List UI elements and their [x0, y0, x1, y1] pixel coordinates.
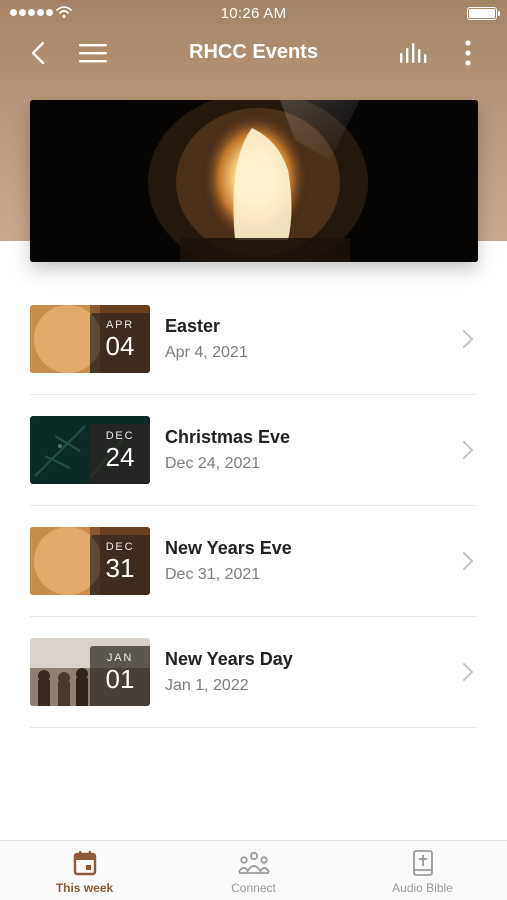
tab-connect[interactable]: Connect — [169, 841, 338, 900]
tab-label: Audio Bible — [392, 881, 453, 895]
chevron-right-icon — [463, 441, 473, 459]
event-name: Easter — [165, 316, 221, 336]
tab-label: This week — [55, 881, 114, 895]
date-badge: JAN 01 — [90, 646, 150, 706]
battery-icon — [467, 7, 500, 20]
nav-bar: RHCC Events — [0, 30, 507, 76]
calendar-icon — [73, 851, 96, 876]
event-date: Apr 4, 2021 — [165, 344, 248, 361]
event-thumbnail: APR 04 — [30, 305, 150, 373]
date-month: APR — [105, 319, 135, 331]
chevron-right-icon — [463, 552, 473, 570]
event-name: Christmas Eve — [165, 427, 291, 447]
people-icon — [237, 851, 270, 874]
more-options-button[interactable] — [451, 36, 485, 70]
bible-icon — [412, 850, 433, 876]
event-date: Dec 24, 2021 — [165, 455, 261, 472]
event-thumbnail: DEC 24 — [30, 416, 150, 484]
tab-label: Connect — [231, 881, 276, 895]
event-thumbnail: DEC 31 — [30, 527, 150, 595]
event-date: Jan 1, 2022 — [165, 677, 249, 694]
hero-banner-image[interactable] — [30, 100, 478, 262]
events-list: APR 04 Easter Apr 4, 2021 DEC 24 Christm… — [30, 284, 477, 728]
event-row[interactable]: DEC 24 Christmas Eve Dec 24, 2021 — [30, 395, 477, 506]
empty-tomb-image — [30, 100, 478, 262]
date-day: 24 — [105, 442, 135, 472]
event-name: New Years Day — [165, 649, 293, 669]
date-month: JAN — [106, 652, 134, 664]
event-name: New Years Eve — [165, 538, 292, 558]
date-day: 31 — [105, 553, 135, 583]
audio-levels-button[interactable] — [397, 36, 431, 70]
date-day: 01 — [105, 664, 135, 694]
status-time: 10:26 AM — [220, 5, 287, 22]
date-badge: DEC 31 — [90, 535, 150, 595]
more-vertical-icon — [465, 40, 471, 66]
event-thumbnail: JAN 01 — [30, 638, 150, 706]
tab-audio-bible[interactable]: Audio Bible — [338, 841, 507, 900]
event-date: Dec 31, 2021 — [165, 566, 261, 583]
date-day: 04 — [105, 331, 135, 361]
date-month: DEC — [105, 430, 135, 442]
date-badge: APR 04 — [90, 313, 150, 373]
audio-levels-icon — [400, 43, 427, 63]
tab-this-week[interactable]: This week — [0, 841, 169, 900]
status-bar: 10:26 AM — [0, 0, 507, 26]
date-month: DEC — [105, 541, 135, 553]
tab-bar: This week Connect Audio Bible — [0, 840, 507, 900]
chevron-right-icon — [463, 330, 473, 348]
event-row[interactable]: JAN 01 New Years Day Jan 1, 2022 — [30, 617, 477, 728]
date-badge: DEC 24 — [90, 424, 150, 484]
event-row[interactable]: APR 04 Easter Apr 4, 2021 — [30, 284, 477, 395]
event-row[interactable]: DEC 31 New Years Eve Dec 31, 2021 — [30, 506, 477, 617]
chevron-right-icon — [463, 663, 473, 681]
